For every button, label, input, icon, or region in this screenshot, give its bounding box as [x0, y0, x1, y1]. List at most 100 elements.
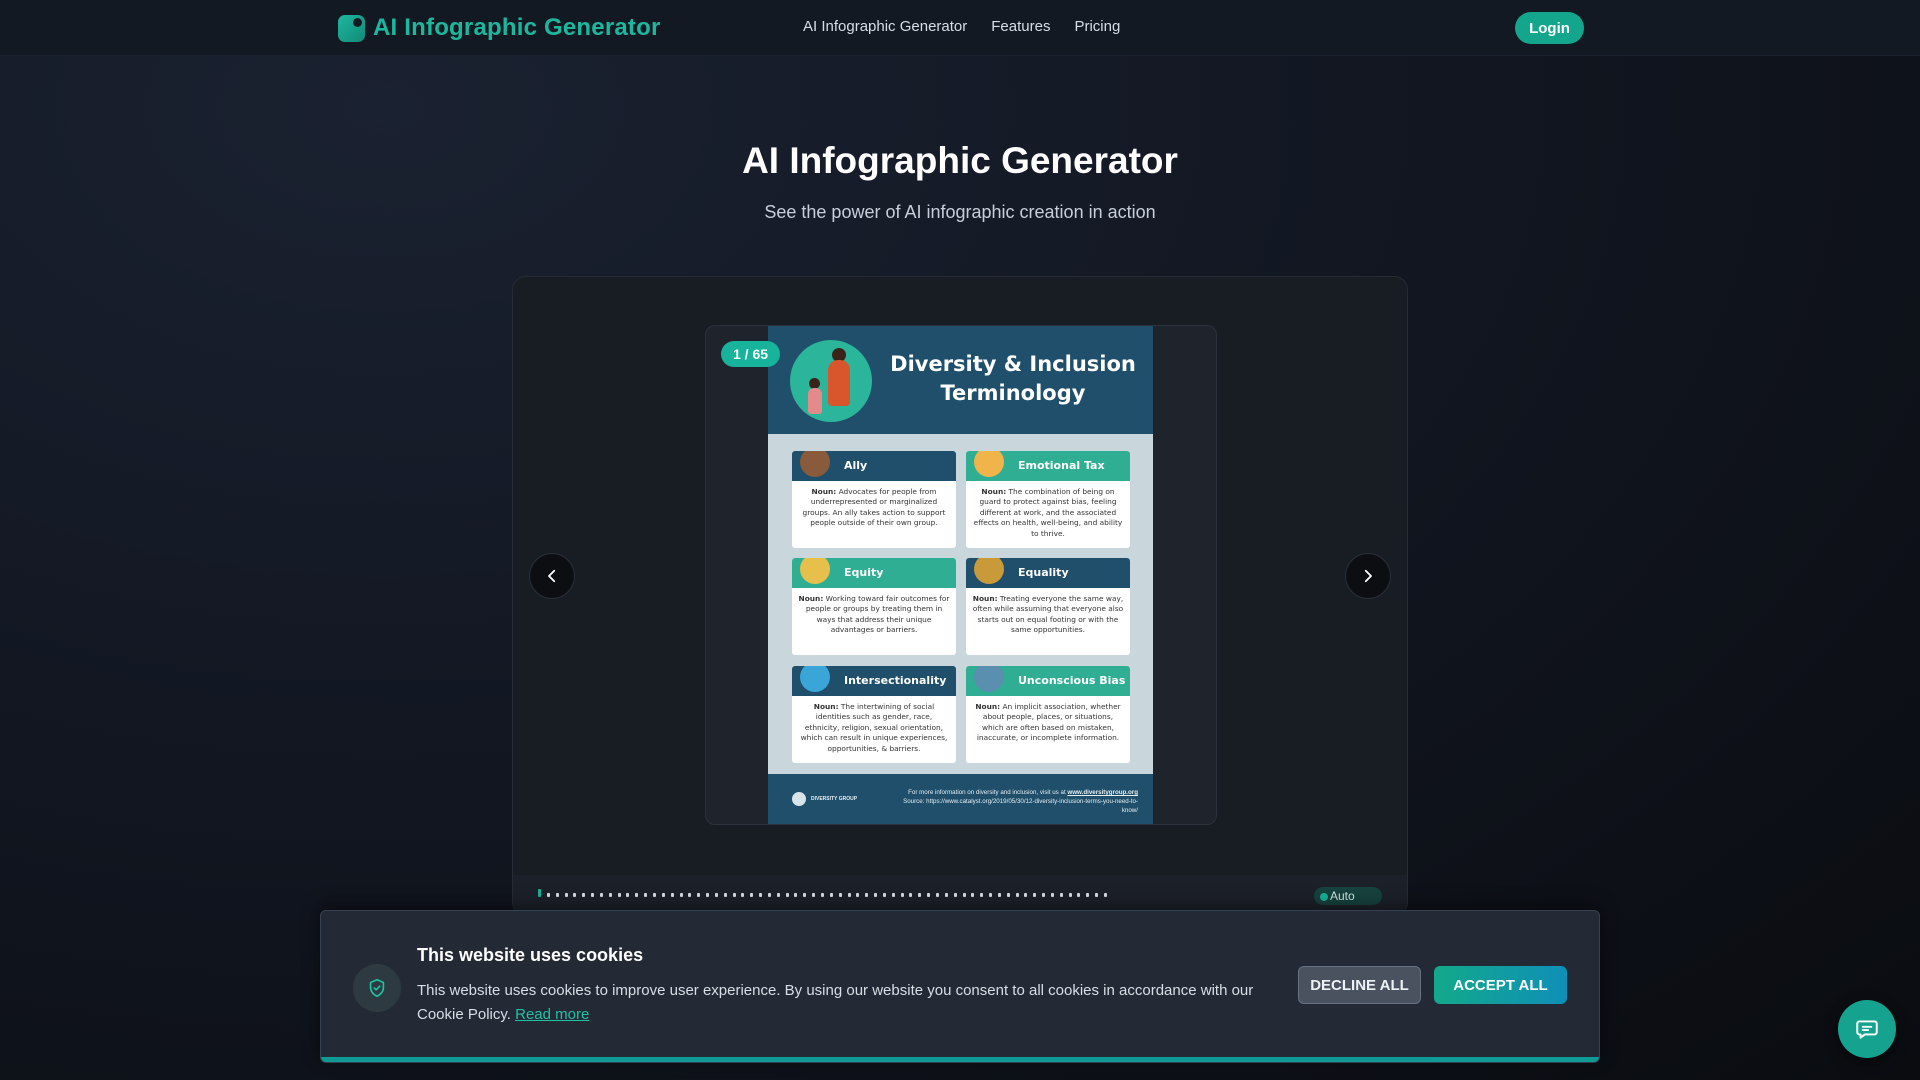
chat-support-button[interactable]	[1838, 1000, 1896, 1058]
slide-dot[interactable]	[617, 893, 621, 897]
slide-dot[interactable]	[1059, 893, 1063, 897]
slide-dot[interactable]	[997, 893, 1001, 897]
slide-dot[interactable]	[555, 893, 559, 897]
slide-dot[interactable]	[944, 893, 948, 897]
slide-dot[interactable]	[847, 893, 851, 897]
slide-dot[interactable]	[989, 893, 993, 897]
slide-dot[interactable]	[741, 893, 745, 897]
slide-dot[interactable]	[1033, 893, 1037, 897]
slide-dot[interactable]	[821, 893, 824, 897]
slide-dot[interactable]	[838, 893, 842, 897]
slide-dot[interactable]	[865, 893, 869, 897]
carousel-panel: 1 / 65 Diversity & Inclusion Terminology…	[512, 276, 1408, 917]
page-title: AI Infographic Generator	[742, 140, 1178, 181]
nav-link-pricing[interactable]: Pricing	[1074, 18, 1120, 35]
coins-icon	[800, 558, 830, 584]
slide-dot[interactable]	[679, 893, 683, 897]
slide-dot[interactable]	[1015, 893, 1019, 897]
slide-dot[interactable]	[1006, 893, 1010, 897]
read-more-link[interactable]: Read more	[515, 1006, 589, 1023]
slide-dot[interactable]	[706, 893, 710, 897]
slide-dot[interactable]	[953, 893, 957, 897]
slide-dot[interactable]	[812, 893, 816, 897]
people-illustration-icon	[790, 340, 872, 422]
magnifier-icon	[974, 666, 1004, 692]
autoplay-toggle[interactable]: Auto	[1314, 887, 1382, 905]
slide-dot[interactable]	[962, 893, 966, 897]
slide-dot[interactable]	[564, 893, 568, 897]
slide-dot[interactable]	[900, 893, 904, 897]
slide-dot[interactable]	[670, 893, 674, 897]
slide-dot[interactable]	[874, 893, 878, 897]
accept-all-button[interactable]: ACCEPT ALL	[1434, 966, 1567, 1004]
slide-dot[interactable]	[935, 893, 939, 897]
brand-link[interactable]: AI Infographic Generator	[338, 14, 661, 42]
slide-dot[interactable]	[1086, 893, 1090, 897]
slide-dot[interactable]	[759, 893, 763, 897]
slide-dot[interactable]	[927, 893, 931, 897]
login-button[interactable]: Login	[1515, 12, 1584, 44]
slide-dot[interactable]	[794, 893, 798, 897]
term-card-intersectionality: Intersectionality Noun: The intertwining…	[792, 666, 956, 763]
slide-dot[interactable]	[803, 893, 807, 897]
slide-dot[interactable]	[644, 893, 648, 897]
term-label: Intersectionality	[844, 674, 947, 687]
slide-dot[interactable]	[980, 893, 984, 897]
slide-dot[interactable]	[573, 893, 577, 897]
slide-dot[interactable]	[971, 893, 975, 897]
slide-dot[interactable]	[714, 893, 718, 897]
slide-dot[interactable]	[750, 893, 754, 897]
infographic-header: Diversity & Inclusion Terminology	[768, 326, 1153, 434]
slide-dot[interactable]	[767, 893, 771, 897]
slide-dot[interactable]	[608, 893, 612, 897]
decline-all-button[interactable]: DECLINE ALL	[1298, 966, 1421, 1004]
network-icon	[800, 666, 830, 692]
slide-dot[interactable]	[776, 893, 780, 897]
slide-dot[interactable]	[785, 893, 789, 897]
slide-dot[interactable]	[652, 893, 656, 897]
slide-dot[interactable]	[591, 893, 595, 897]
slide-dot[interactable]	[661, 893, 665, 897]
term-label: Emotional Tax	[1018, 459, 1105, 472]
slide-dot[interactable]	[1042, 893, 1046, 897]
slide-dot[interactable]	[1068, 893, 1072, 897]
previous-slide-button[interactable]	[529, 553, 575, 599]
slide-dot[interactable]	[882, 893, 886, 897]
slide-dot[interactable]	[1104, 893, 1107, 897]
slide-dot[interactable]	[1024, 893, 1028, 897]
term-card-equality: Equality Noun: Treating everyone the sam…	[966, 558, 1130, 655]
slide-dot[interactable]	[697, 893, 701, 897]
slide-dot[interactable]	[546, 893, 550, 897]
slide-dot[interactable]	[1077, 893, 1081, 897]
slide-dot[interactable]	[891, 893, 895, 897]
nav-link-ai-infographic-generator[interactable]: AI Infographic Generator	[803, 18, 967, 35]
scales-icon	[974, 558, 1004, 584]
infographic-footer: DIVERSITY GROUP For more information on …	[768, 774, 1153, 824]
nav-link-features[interactable]: Features	[991, 18, 1050, 35]
footer-source: Source: https://www.catalyst.org/2019/05…	[903, 798, 1138, 814]
slide-dot[interactable]	[856, 893, 860, 897]
cookie-consent-banner: This website uses cookies This website u…	[320, 910, 1600, 1063]
term-card-header: Unconscious Bias	[966, 666, 1130, 696]
infographic-image[interactable]: Diversity & Inclusion Terminology Ally N…	[768, 326, 1153, 824]
footer-link: www.diversitygroup.org	[1067, 789, 1138, 796]
slide-dot[interactable]	[1050, 893, 1054, 897]
slide-dot[interactable]	[688, 893, 692, 897]
slide-dot[interactable]	[732, 893, 736, 897]
slide-dot[interactable]	[1095, 893, 1099, 897]
noun-label: Noun:	[972, 594, 998, 603]
slide-dot[interactable]	[909, 893, 913, 897]
slide-dot[interactable]	[918, 893, 922, 897]
next-slide-button[interactable]	[1345, 553, 1391, 599]
slide-dot[interactable]	[626, 893, 630, 897]
term-definition: Noun: Working toward fair outcomes for p…	[792, 588, 956, 636]
noun-label: Noun:	[813, 702, 839, 711]
slide-dot[interactable]	[599, 893, 603, 897]
fist-icon	[800, 451, 830, 477]
slide-dot[interactable]	[723, 893, 727, 897]
term-card-equity: Equity Noun: Working toward fair outcome…	[792, 558, 956, 655]
slide-dot[interactable]	[538, 889, 541, 897]
slide-dot[interactable]	[829, 893, 833, 897]
slide-dot[interactable]	[635, 893, 639, 897]
slide-dot[interactable]	[582, 893, 586, 897]
